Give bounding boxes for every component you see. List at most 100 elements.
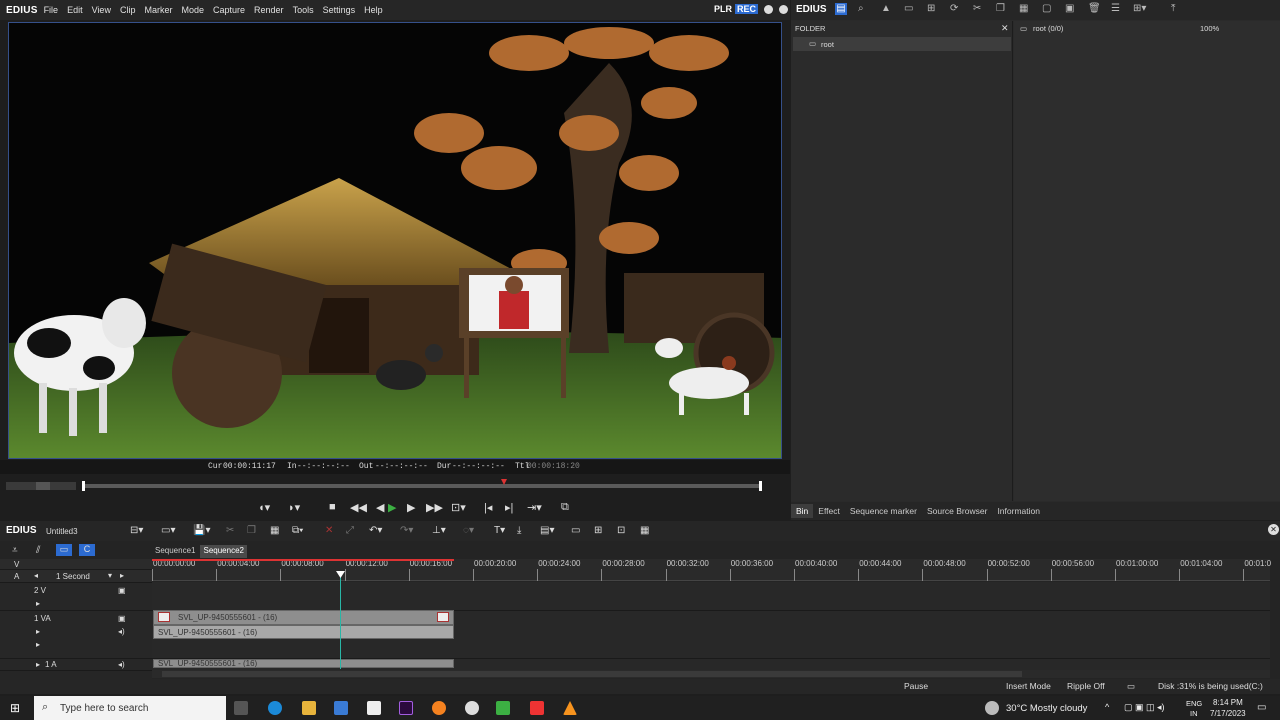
store-icon[interactable]	[334, 701, 348, 715]
scrub-bar[interactable]	[6, 479, 764, 491]
delete-icon[interactable]: 🗑	[1088, 3, 1101, 15]
save-project-icon[interactable]: 💾▾	[193, 525, 210, 536]
search-app-icon[interactable]	[432, 701, 446, 715]
snap-icon[interactable]: C	[79, 544, 95, 556]
menu-settings[interactable]: Settings	[323, 5, 356, 15]
edius-taskbar-icon[interactable]	[496, 701, 510, 715]
region-label[interactable]: IN	[1190, 709, 1198, 718]
scale-dropdown-icon[interactable]: ▾	[108, 571, 112, 580]
step-forward-icon[interactable]: ▶	[407, 501, 415, 514]
open-project-icon[interactable]: ▭▾	[161, 525, 175, 536]
track-mode-icon[interactable]: ⫽	[36, 545, 40, 556]
chrome-icon[interactable]	[465, 701, 479, 715]
open-folder-icon[interactable]: ▭	[904, 3, 916, 15]
scrollbar-thumb[interactable]	[162, 671, 1022, 677]
insert-icon[interactable]: ⇥▾	[527, 501, 542, 514]
notification-icon[interactable]: ▭	[1257, 702, 1266, 713]
timeline-scrollbar[interactable]	[152, 670, 1270, 678]
folder-root-row[interactable]: ▭ root	[793, 37, 1011, 51]
add-to-timeline-icon[interactable]: ▣	[1065, 3, 1077, 15]
video-clip[interactable]: SVL_UP-9450555601 - (16)	[153, 610, 454, 625]
track-2v-lane[interactable]	[152, 582, 1270, 610]
track-2v[interactable]: 2 V ▸ ▣	[0, 583, 152, 611]
position-slider[interactable]	[84, 484, 760, 488]
close-folder-icon[interactable]: ✕	[1001, 23, 1009, 34]
set-audio-icon[interactable]: ◌▾	[463, 525, 474, 536]
tab-sequence2[interactable]: Sequence2	[200, 545, 247, 558]
taskbar-search[interactable]: ⌕ Type here to search	[34, 696, 226, 720]
track-1va[interactable]: 1 VA ▸ ▸ ▣ ◂)	[0, 611, 152, 659]
premiere-icon[interactable]	[399, 701, 413, 715]
menu-file[interactable]: File	[44, 5, 59, 15]
tab-sequence-marker[interactable]: Sequence marker	[845, 504, 922, 518]
view-mode-icon[interactable]: ⊞▾	[1133, 3, 1146, 15]
set-in-icon[interactable]: ◖▾	[258, 501, 270, 514]
time-ruler[interactable]: 00:00:00:00 00:00:04:00 00:00:08:00 00:00:1…	[152, 559, 1271, 581]
rec-label[interactable]: REC	[735, 4, 759, 14]
minimize-icon[interactable]	[764, 4, 774, 14]
expand-track-icon[interactable]: ▸	[36, 599, 40, 608]
menu-view[interactable]: View	[92, 5, 111, 15]
output-icon[interactable]: ⧉	[561, 501, 569, 514]
export-icon[interactable]: ⤒	[1171, 3, 1183, 15]
menu-clip[interactable]: Clip	[120, 5, 136, 15]
file-explorer-icon[interactable]	[302, 701, 316, 715]
clock-date[interactable]: 7/17/2023	[1210, 709, 1246, 718]
replace-icon[interactable]: ⟳	[950, 3, 962, 15]
edge-icon[interactable]	[268, 701, 282, 715]
folder-view-icon[interactable]: ▤	[835, 3, 847, 15]
menu-edit[interactable]: Edit	[67, 5, 83, 15]
next-edit-icon[interactable]: ▸|	[505, 501, 513, 514]
copy-icon[interactable]: ❐	[996, 3, 1008, 15]
status-ripple[interactable]: Ripple Off	[1067, 681, 1105, 691]
cut-clip-icon[interactable]: ✂	[226, 525, 234, 536]
add-clip-icon[interactable]: ⊞	[927, 3, 939, 15]
cut-icon[interactable]: ✂	[973, 3, 985, 15]
paste-icon[interactable]: ▦	[1019, 3, 1031, 15]
title-icon[interactable]: T▾	[494, 525, 505, 536]
expand-1a-icon[interactable]: ▸	[36, 660, 40, 669]
app-red-icon[interactable]	[530, 701, 544, 715]
snapshot-icon[interactable]: ⊡	[617, 525, 625, 536]
tab-sequence1[interactable]: Sequence1	[152, 545, 198, 558]
copy-clip-icon[interactable]: ❐	[247, 525, 256, 536]
timeline-settings-icon[interactable]: ▦	[640, 525, 649, 536]
link-icon[interactable]: ▭	[56, 544, 72, 556]
stop-icon[interactable]: ■	[329, 501, 336, 513]
tab-information[interactable]: Information	[992, 504, 1045, 518]
up-folder-icon[interactable]: ▲	[881, 3, 893, 15]
scale-right-icon[interactable]: ▸	[120, 571, 124, 580]
audio-mute-icon[interactable]: ◂)	[118, 660, 125, 669]
mode-icon[interactable]: ⩡	[12, 545, 18, 556]
scale-left-icon[interactable]: ◂	[34, 571, 38, 580]
slider-start-handle[interactable]	[82, 481, 85, 491]
expand-icon[interactable]: ⊞	[594, 525, 602, 536]
language-label[interactable]: ENG	[1186, 699, 1202, 708]
tray-icons[interactable]: ▢ ▣ ◫ ◂)	[1124, 702, 1165, 713]
video-mute-icon[interactable]: ▣	[118, 586, 126, 595]
status-insert-mode[interactable]: Insert Mode	[1006, 681, 1051, 691]
windows-start-icon[interactable]: ⊞	[10, 701, 20, 715]
undo-icon[interactable]: ↶▾	[369, 525, 382, 536]
audio-clip[interactable]: SVL_UP-9450555601 - (16)	[153, 625, 454, 639]
sequence-settings-icon[interactable]: ⊟▾	[130, 525, 143, 536]
step-back-icon[interactable]: ◀	[376, 501, 384, 514]
menu-marker[interactable]: Marker	[144, 5, 172, 15]
menu-mode[interactable]: Mode	[181, 5, 204, 15]
task-view-icon[interactable]	[234, 701, 248, 715]
vlc-icon[interactable]	[563, 701, 577, 715]
tray-chevron-icon[interactable]: ^	[1105, 702, 1109, 712]
plr-label[interactable]: PLR	[714, 4, 732, 14]
close-timeline-icon[interactable]: ✕	[1268, 524, 1279, 535]
menu-render[interactable]: Render	[254, 5, 284, 15]
menu-capture[interactable]: Capture	[213, 5, 245, 15]
ripple-icon[interactable]: ⤢	[346, 525, 354, 536]
tab-bin[interactable]: Bin	[791, 504, 814, 518]
expand-va-audio-icon[interactable]: ▸	[36, 640, 40, 649]
audio-clip-1a[interactable]: SVL_UP-9450555601 - (16)	[153, 659, 454, 668]
va-video-mute-icon[interactable]: ▣	[118, 614, 126, 623]
fast-forward-icon[interactable]: ▶▶	[426, 501, 443, 514]
toggle-view-icon[interactable]: ▭	[571, 525, 580, 536]
paste-clip-icon[interactable]: ▦	[270, 525, 279, 536]
mail-icon[interactable]	[367, 701, 381, 715]
